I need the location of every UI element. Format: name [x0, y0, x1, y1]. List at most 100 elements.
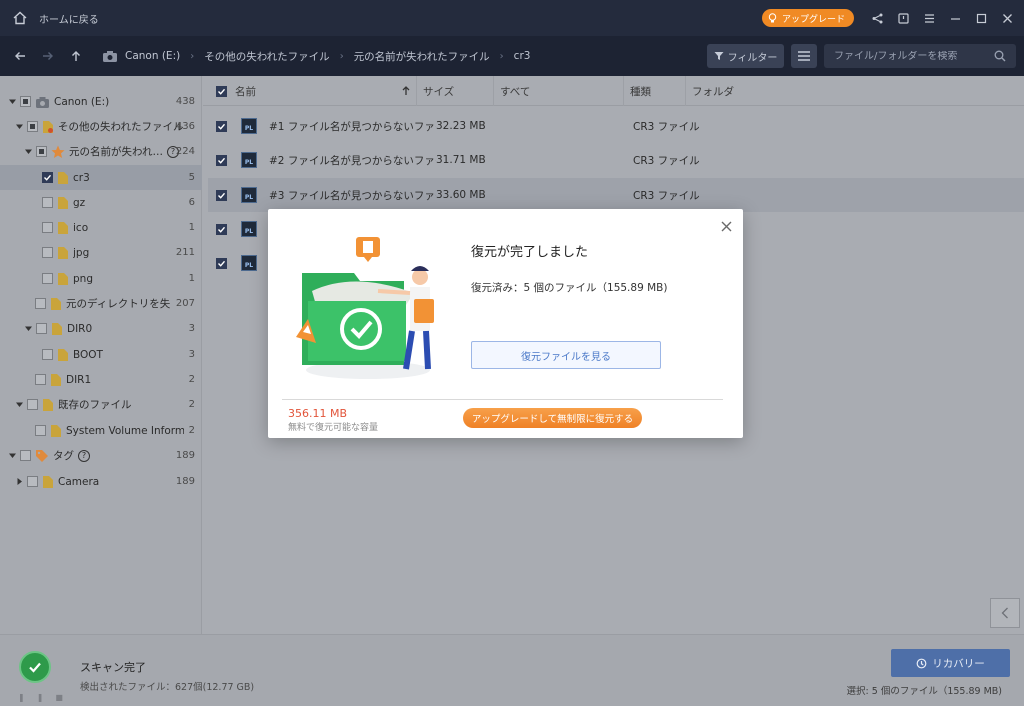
back-button[interactable]	[6, 36, 34, 76]
breadcrumb-lost-names[interactable]: 元の名前が失われたファイル	[354, 49, 490, 64]
home-icon[interactable]	[13, 11, 27, 25]
tree-checkbox[interactable]	[42, 247, 53, 258]
tree-checkbox[interactable]	[42, 349, 53, 360]
tree-item-camera[interactable]: Camera 189	[0, 469, 202, 494]
filter-button-label: フィルター	[727, 52, 778, 64]
tree-checkbox[interactable]	[27, 121, 38, 132]
collapse-panel-button[interactable]	[990, 598, 1020, 628]
tree-item-count: 2	[188, 399, 195, 410]
column-folder-label: フォルダ	[692, 85, 734, 98]
menu-button[interactable]	[916, 0, 942, 36]
tree-checkbox[interactable]	[42, 273, 53, 284]
tree-checkbox[interactable]	[27, 476, 38, 487]
forward-button[interactable]	[34, 36, 62, 76]
help-icon[interactable]: ?	[78, 449, 90, 462]
search-icon[interactable]	[994, 50, 1006, 62]
tree-item-dir1[interactable]: DIR1 2	[0, 367, 202, 392]
table-row[interactable]: PL #1 ファイル名が見つからないファイ… 32.23 MB CR3 ファイル	[208, 109, 1024, 143]
sort-ascending-icon[interactable]	[402, 86, 410, 96]
tree-item-count: 224	[175, 146, 195, 157]
tree-item-ico[interactable]: ico 1	[0, 215, 202, 240]
tree-item-label: png	[73, 272, 93, 285]
caret-down-icon[interactable]	[8, 98, 16, 106]
tree-item-jpg[interactable]: jpg 211	[0, 240, 202, 265]
close-button[interactable]	[994, 0, 1020, 36]
upgrade-unlimited-button[interactable]: アップグレードして無制限に復元する	[463, 408, 642, 428]
column-size[interactable]: サイズ	[417, 76, 494, 106]
tree-item-other-lost[interactable]: その他の失われたファイル 436	[0, 114, 202, 139]
caret-down-icon[interactable]	[8, 452, 16, 460]
maximize-button[interactable]	[968, 0, 994, 36]
maximize-icon	[976, 13, 986, 23]
dialog-close-button[interactable]	[719, 219, 733, 233]
tree-checkbox[interactable]	[27, 399, 38, 410]
column-all-label: すべて	[500, 85, 531, 98]
breadcrumb-drive[interactable]: Canon (E:)	[125, 50, 180, 62]
row-checkbox[interactable]	[216, 257, 227, 269]
view-recovered-files-button[interactable]: 復元ファイルを見る	[471, 341, 661, 369]
tree-item-drive[interactable]: Canon (E:) 438	[0, 89, 202, 114]
column-name[interactable]: 名前	[203, 76, 417, 106]
tree-item-cr3[interactable]: cr3 5	[0, 165, 202, 190]
free-recovery-amount: 356.11 MB	[288, 407, 348, 420]
row-checkbox[interactable]	[216, 223, 227, 235]
feedback-button[interactable]	[890, 0, 916, 36]
recover-button[interactable]: リカバリー	[891, 649, 1010, 677]
caret-down-icon[interactable]	[24, 325, 32, 333]
tree-checkbox[interactable]	[20, 450, 31, 461]
table-row[interactable]: PL #3 ファイル名が見つからないファイ… 33.60 MB CR3 ファイル	[208, 178, 1024, 212]
tree-item-existing[interactable]: 既存のファイル 2	[0, 392, 202, 417]
tree-item-lost-names[interactable]: 元の名前が失われ… ? 224	[0, 139, 202, 164]
search-input[interactable]	[824, 50, 984, 62]
status-bar: スキャン完了 検出されたファイル：627個(12.77 GB) ❚❚■ リカバリ…	[0, 634, 1024, 706]
tree-item-png[interactable]: png 1	[0, 266, 202, 291]
folder-icon	[58, 272, 68, 285]
tree-item-system-volume[interactable]: System Volume Inform… 2	[0, 418, 202, 443]
tree-item-lost-dirs[interactable]: 元のディレクトリを失った… 207	[0, 291, 202, 316]
tree-checkbox[interactable]	[35, 425, 46, 436]
tree-item-tags[interactable]: タグ ? 189	[0, 443, 202, 468]
folder-icon	[58, 246, 68, 259]
breadcrumb-other-lost[interactable]: その他の失われたファイル	[204, 49, 329, 64]
column-type[interactable]: 種類	[624, 76, 686, 106]
tree-checkbox[interactable]	[20, 96, 31, 107]
minimize-button[interactable]	[942, 0, 968, 36]
row-checkbox[interactable]	[216, 154, 227, 166]
upgrade-button[interactable]: アップグレード	[761, 9, 854, 27]
row-checkbox[interactable]	[216, 189, 227, 201]
tree-item-boot[interactable]: BOOT 3	[0, 342, 202, 367]
tree-checkbox[interactable]	[42, 222, 53, 233]
folder-icon	[51, 297, 61, 310]
row-type: CR3 ファイル	[633, 154, 700, 167]
view-list-button[interactable]	[791, 44, 817, 68]
tree-item-count: 3	[188, 323, 195, 334]
tree-checkbox[interactable]	[35, 374, 46, 385]
tree-checkbox[interactable]	[42, 172, 53, 183]
tree-item-count: 2	[188, 425, 195, 436]
caret-right-icon[interactable]	[15, 478, 23, 486]
folder-icon	[58, 196, 68, 209]
column-all[interactable]: すべて	[494, 76, 624, 106]
tree-checkbox[interactable]	[36, 146, 47, 157]
share-button[interactable]	[864, 0, 890, 36]
dialog-title: 復元が完了しました	[471, 245, 589, 260]
table-row[interactable]: PL #2 ファイル名が見つからないファイ… 31.71 MB CR3 ファイル	[208, 143, 1024, 177]
row-checkbox[interactable]	[216, 120, 227, 132]
tree-checkbox[interactable]	[35, 298, 46, 309]
scan-pause-stop-controls[interactable]: ❚❚■	[18, 693, 75, 702]
checkmark-icon	[29, 662, 41, 673]
breadcrumb-cr3[interactable]: cr3	[514, 50, 531, 62]
caret-down-icon[interactable]	[15, 401, 23, 409]
column-folder[interactable]: フォルダ	[686, 76, 1024, 106]
select-all-checkbox[interactable]	[216, 85, 227, 97]
row-size: 33.60 MB	[436, 189, 486, 201]
caret-down-icon[interactable]	[24, 148, 32, 156]
up-button[interactable]	[62, 36, 90, 76]
tree-checkbox[interactable]	[36, 323, 47, 334]
filter-button[interactable]: フィルター	[707, 44, 784, 68]
tree-item-dir0[interactable]: DIR0 3	[0, 316, 202, 341]
caret-down-icon[interactable]	[15, 123, 23, 131]
tree-item-gz[interactable]: gz 6	[0, 190, 202, 215]
back-home-link[interactable]: ホームに戻る	[39, 11, 99, 26]
tree-checkbox[interactable]	[42, 197, 53, 208]
